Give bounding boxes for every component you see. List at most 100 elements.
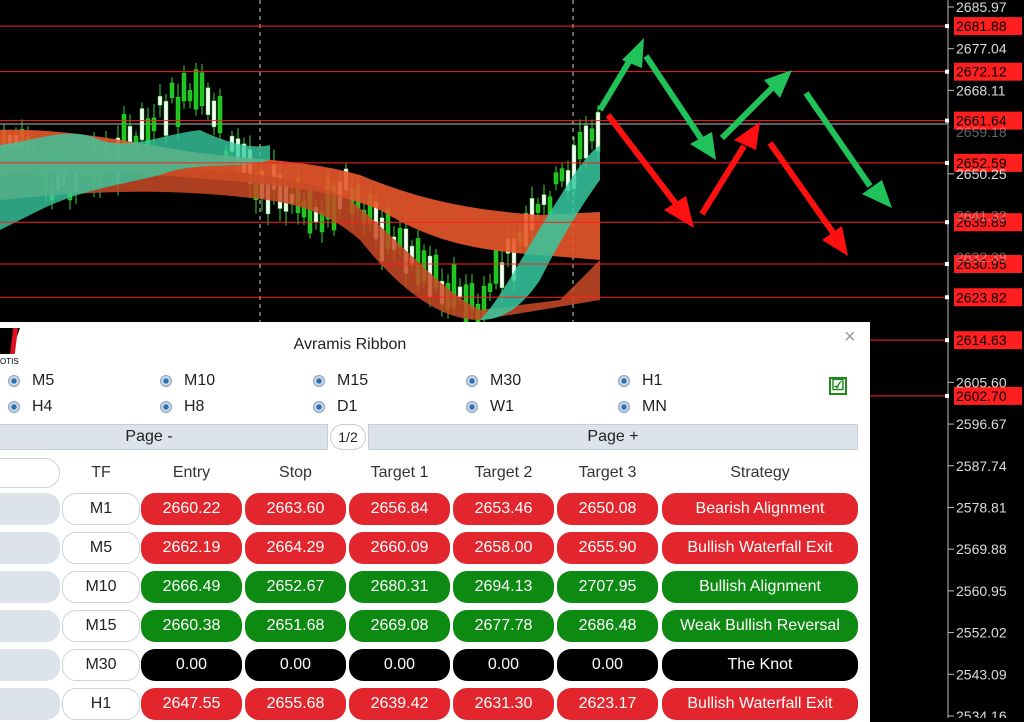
candle-body (457, 286, 463, 298)
level-label: 2614.63 (956, 332, 1007, 348)
column-header: Target 3 (578, 464, 637, 481)
level-marker (945, 160, 949, 165)
row-select-pill[interactable] (0, 610, 60, 642)
timeframe-radio-h8[interactable]: H8 (160, 398, 204, 416)
row-select-pill[interactable] (0, 571, 60, 603)
panel-title: Avramis Ribbon (293, 336, 407, 353)
timeframe-label: MN (642, 398, 667, 415)
level-marker (945, 118, 949, 123)
candle-body (121, 114, 127, 145)
level-label: 2681.88 (956, 18, 1007, 34)
timeframe-radio-h1[interactable]: H1 (618, 372, 662, 390)
radio-dot-icon (160, 375, 172, 387)
level-marker (945, 295, 949, 300)
close-icon[interactable]: × (844, 326, 856, 349)
timeframe-label: H1 (642, 372, 663, 389)
timeframe-radio-h4[interactable]: H4 (8, 398, 52, 416)
timeframe-radio-m5[interactable]: M5 (8, 372, 54, 390)
radio-dot-icon (618, 401, 630, 413)
row-value-cell: 2664.29 (245, 532, 346, 564)
row-value-cell: 2662.19 (141, 532, 242, 564)
row-strategy-cell: Bullish Waterfall Exit (662, 688, 858, 720)
candle-body (205, 87, 211, 116)
row-value-cell: 2680.31 (349, 571, 450, 603)
row-strategy-cell: Weak Bullish Reversal (662, 610, 858, 642)
column-header: TF (91, 464, 111, 481)
timeframe-radio-w1[interactable]: W1 (466, 398, 514, 416)
candle-body (493, 250, 499, 284)
row-select-pill[interactable] (0, 532, 60, 564)
row-timeframe-cell: M5 (62, 532, 140, 564)
timeframe-radio-mn[interactable]: MN (618, 398, 667, 416)
timeframe-label: H8 (184, 398, 205, 415)
price-tick-label: 2668.11 (956, 82, 1006, 98)
row-select-pill[interactable] (0, 649, 60, 681)
row-value-cell: 2660.22 (141, 493, 242, 525)
page-prev-button[interactable]: Page - (0, 424, 328, 450)
row-value-cell: 2666.49 (141, 571, 242, 603)
candle-body (211, 100, 217, 128)
level-label: 2623.82 (956, 289, 1007, 305)
timeframe-radio-m30[interactable]: M30 (466, 372, 521, 390)
row-value-cell: 2677.78 (453, 610, 554, 642)
row-value-cell: 2650.08 (557, 493, 658, 525)
row-value-cell: 2656.84 (349, 493, 450, 525)
candle-body (535, 203, 541, 213)
radio-dot-icon (466, 375, 478, 387)
level-marker (945, 220, 949, 225)
column-header: Stop (279, 464, 312, 481)
row-strategy-cell: Bullish Alignment (662, 571, 858, 603)
row-select-pill[interactable] (0, 688, 60, 720)
row-value-cell: 0.00 (557, 649, 658, 681)
price-tick-label: 2587.74 (956, 458, 1007, 474)
timeframe-radio-m15[interactable]: M15 (313, 372, 368, 390)
row-value-cell: 2647.55 (141, 688, 242, 720)
timeframe-radio-m10[interactable]: M10 (160, 372, 215, 390)
price-tick-label-partial: 2659.18 (956, 124, 1007, 140)
row-value-cell: 2655.68 (245, 688, 346, 720)
candle-body (187, 90, 193, 102)
row-timeframe-cell: M30 (62, 649, 140, 681)
price-tick-label: 2560.95 (956, 583, 1007, 599)
level-marker (945, 69, 949, 74)
radio-dot-icon (313, 401, 325, 413)
page-indicator: 1/2 (330, 424, 366, 450)
price-tick-label-partial: 2641.32 (956, 208, 1007, 224)
price-tick-label: 2605.60 (956, 374, 1007, 390)
row-select-pill[interactable] (0, 493, 60, 525)
candle-body (217, 95, 223, 134)
candle-body (559, 168, 565, 182)
radio-dot-icon (466, 401, 478, 413)
row-value-cell: 2651.68 (245, 610, 346, 642)
price-tick-label: 2650.25 (956, 166, 1007, 182)
timeframe-radio-d1[interactable]: D1 (313, 398, 357, 416)
level-marker (945, 393, 949, 398)
column-header: Entry (172, 464, 211, 481)
enable-checkbox[interactable]: ☑ (829, 377, 847, 395)
price-tick-label: 2596.67 (956, 416, 1007, 432)
row-value-cell: 2686.48 (557, 610, 658, 642)
column-header: Target 2 (474, 464, 533, 481)
row-value-cell: 0.00 (141, 649, 242, 681)
row-value-cell: 2694.13 (453, 571, 554, 603)
price-tick-label: 2569.88 (956, 541, 1007, 557)
row-value-cell: 2623.17 (557, 688, 658, 720)
row-value-cell: 2652.67 (245, 571, 346, 603)
candle-body (553, 172, 559, 185)
candle-body (193, 69, 199, 110)
candle-body (499, 262, 505, 289)
row-value-cell: 2660.38 (141, 610, 242, 642)
candle-body (157, 95, 163, 106)
row-value-cell: 0.00 (453, 649, 554, 681)
candle-body (199, 72, 205, 106)
price-tick-label: 2552.02 (956, 625, 1007, 641)
column-header: Target 1 (370, 464, 429, 481)
row-value-cell: 2658.00 (453, 532, 554, 564)
row-value-cell: 2660.09 (349, 532, 450, 564)
page-next-button[interactable]: Page + (368, 424, 858, 450)
price-tick-label: 2578.81 (956, 499, 1007, 515)
row-value-cell: 2655.90 (557, 532, 658, 564)
row-timeframe-cell: M1 (62, 493, 140, 525)
radio-dot-icon (313, 375, 325, 387)
candle-body (583, 125, 589, 159)
